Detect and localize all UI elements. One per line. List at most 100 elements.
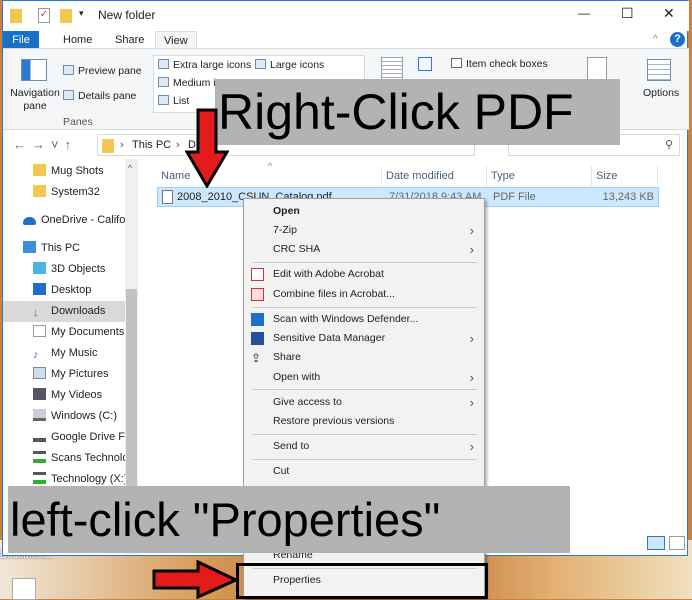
menu-item-edit-acrobat[interactable]: Edit with Adobe Acrobat bbox=[244, 265, 484, 284]
collapse-ribbon-icon[interactable]: ^ bbox=[653, 34, 658, 45]
network-drive-icon bbox=[33, 472, 46, 484]
nav-label: My Documents bbox=[51, 326, 125, 338]
menu-label: Give access to bbox=[273, 396, 342, 408]
column-header-date[interactable]: Date modified bbox=[382, 166, 487, 186]
menu-item-cut[interactable]: Cut bbox=[244, 462, 484, 481]
customize-toolbar-icon[interactable]: ▾ bbox=[79, 8, 84, 19]
menu-label: Open with bbox=[273, 371, 321, 383]
close-button[interactable]: ✕ bbox=[663, 5, 675, 22]
chevron-right-icon: › bbox=[469, 439, 474, 454]
nav-item-google-drive[interactable]: Google Drive File bbox=[3, 427, 125, 448]
menu-item-open-with[interactable]: Open with › bbox=[244, 368, 484, 387]
tab-home[interactable]: Home bbox=[55, 31, 100, 49]
large-icons-option[interactable]: Large icons bbox=[255, 59, 324, 71]
checkbox-icon bbox=[451, 58, 462, 68]
help-icon[interactable]: ? bbox=[670, 32, 685, 47]
nav-item-my-documents[interactable]: My Documents bbox=[3, 322, 125, 343]
nav-item-onedrive[interactable]: OneDrive - Califor bbox=[3, 210, 125, 231]
nav-item-downloads[interactable]: ↓ Downloads bbox=[3, 301, 125, 322]
cube-icon bbox=[33, 262, 46, 274]
extra-large-label: Extra large icons bbox=[173, 59, 252, 71]
options-button[interactable]: Options bbox=[643, 87, 679, 99]
menu-item-send-to[interactable]: Send to › bbox=[244, 437, 484, 456]
nav-label: Mug Shots bbox=[51, 165, 104, 177]
separator bbox=[252, 389, 477, 390]
nav-item-3d-objects[interactable]: 3D Objects bbox=[3, 259, 125, 280]
search-icon: ⚲ bbox=[664, 139, 673, 151]
medium-icons-option[interactable]: Medium i bbox=[158, 77, 216, 89]
list-label: List bbox=[173, 95, 190, 107]
menu-item-combine-acrobat[interactable]: Combine files in Acrobat... bbox=[244, 285, 484, 304]
details-pane-button[interactable]: Details pane bbox=[63, 90, 136, 102]
title-bar: ✓ ▾ New folder — ☐ ✕ bbox=[3, 1, 689, 31]
large-icons-view-icon[interactable] bbox=[669, 536, 685, 550]
menu-label: Combine files in Acrobat... bbox=[273, 288, 395, 300]
column-header-size[interactable]: Size bbox=[592, 166, 658, 186]
column-header-type[interactable]: Type bbox=[487, 166, 592, 186]
scroll-up-icon[interactable]: ^ bbox=[128, 163, 132, 173]
properties-highlight-box bbox=[236, 563, 488, 599]
tab-share[interactable]: Share bbox=[107, 31, 152, 49]
options-icon bbox=[647, 59, 671, 81]
nav-item-system32[interactable]: System32 bbox=[3, 182, 125, 203]
nav-item-my-videos[interactable]: My Videos bbox=[3, 385, 125, 406]
navigation-pane-button[interactable]: Navigation pane bbox=[9, 87, 61, 113]
film-icon bbox=[33, 388, 46, 400]
item-check-boxes-option[interactable]: Item check boxes bbox=[451, 58, 548, 70]
nav-item-scans-technology[interactable]: Scans Technolog bbox=[3, 448, 125, 469]
nav-arrows[interactable]: ←→˅↑ bbox=[13, 137, 77, 152]
music-note-icon: ♪ bbox=[33, 349, 39, 361]
minimize-button[interactable]: — bbox=[578, 6, 590, 20]
chevron-right-icon: › bbox=[469, 395, 474, 410]
file-type: PDF File bbox=[493, 191, 536, 203]
menu-item-scan-defender[interactable]: Scan with Windows Defender... bbox=[244, 310, 484, 329]
menu-item-give-access[interactable]: Give access to › bbox=[244, 393, 484, 412]
ribbon-tabs: File Home Share View ^ ? bbox=[3, 31, 689, 49]
menu-item-crc-sha[interactable]: CRC SHA › bbox=[244, 240, 484, 259]
preview-pane-button[interactable]: Preview pane bbox=[63, 65, 142, 77]
menu-label: CRC SHA bbox=[273, 243, 321, 255]
menu-label: 7-Zip bbox=[273, 224, 297, 236]
nav-label: My Pictures bbox=[51, 368, 109, 380]
medium-icons-icon bbox=[158, 77, 169, 87]
nav-label: Desktop bbox=[51, 284, 92, 296]
menu-item-sensitive-data[interactable]: Sensitive Data Manager › bbox=[244, 329, 484, 348]
tab-view[interactable]: View bbox=[155, 31, 197, 49]
desktop-icon bbox=[33, 283, 46, 295]
separator bbox=[252, 262, 477, 263]
nav-item-my-pictures[interactable]: My Pictures bbox=[3, 364, 125, 385]
extra-large-icons-option[interactable]: Extra large icons bbox=[158, 59, 251, 71]
menu-label: Share bbox=[273, 351, 302, 363]
menu-item-restore-versions[interactable]: Restore previous versions bbox=[244, 412, 484, 431]
window-title: New folder bbox=[98, 8, 156, 22]
chevron-right-icon: › bbox=[469, 242, 474, 257]
large-label: Large icons bbox=[270, 59, 325, 71]
menu-item-open[interactable]: Open bbox=[244, 202, 484, 221]
nav-item-this-pc[interactable]: This PC bbox=[3, 238, 125, 259]
properties-quick-icon[interactable]: ✓ bbox=[38, 8, 50, 23]
desktop-file-icon[interactable] bbox=[12, 578, 36, 600]
menu-item-7zip[interactable]: 7-Zip › bbox=[244, 221, 484, 240]
sensitive-data-icon bbox=[251, 332, 264, 345]
breadcrumb-sep: › bbox=[120, 139, 124, 151]
nav-item-windows-c[interactable]: Windows (C:) bbox=[3, 406, 125, 427]
chevron-right-icon: › bbox=[469, 223, 474, 238]
nav-label: Scans Technolog bbox=[51, 452, 125, 464]
details-view-icon[interactable] bbox=[647, 536, 665, 550]
nav-item-desktop[interactable]: Desktop bbox=[3, 280, 125, 301]
group-by-icon[interactable] bbox=[418, 57, 432, 71]
nav-label: System32 bbox=[51, 186, 100, 198]
red-down-arrow-icon bbox=[185, 108, 229, 188]
breadcrumb-this-pc[interactable]: This PC bbox=[132, 139, 171, 151]
maximize-button[interactable]: ☐ bbox=[621, 5, 634, 22]
new-folder-quick-icon[interactable] bbox=[60, 9, 72, 23]
file-size: 13,243 KB bbox=[602, 191, 654, 203]
list-option[interactable]: List bbox=[158, 95, 189, 107]
nav-item-my-music[interactable]: ♪ My Music bbox=[3, 343, 125, 364]
menu-item-share[interactable]: ⇪ Share bbox=[244, 348, 484, 367]
download-arrow-icon: ↓ bbox=[33, 307, 39, 319]
nav-label: My Music bbox=[51, 347, 98, 359]
medium-label: Medium i bbox=[173, 77, 216, 89]
tab-file[interactable]: File bbox=[3, 31, 39, 49]
nav-item-mug-shots[interactable]: Mug Shots bbox=[3, 161, 125, 182]
